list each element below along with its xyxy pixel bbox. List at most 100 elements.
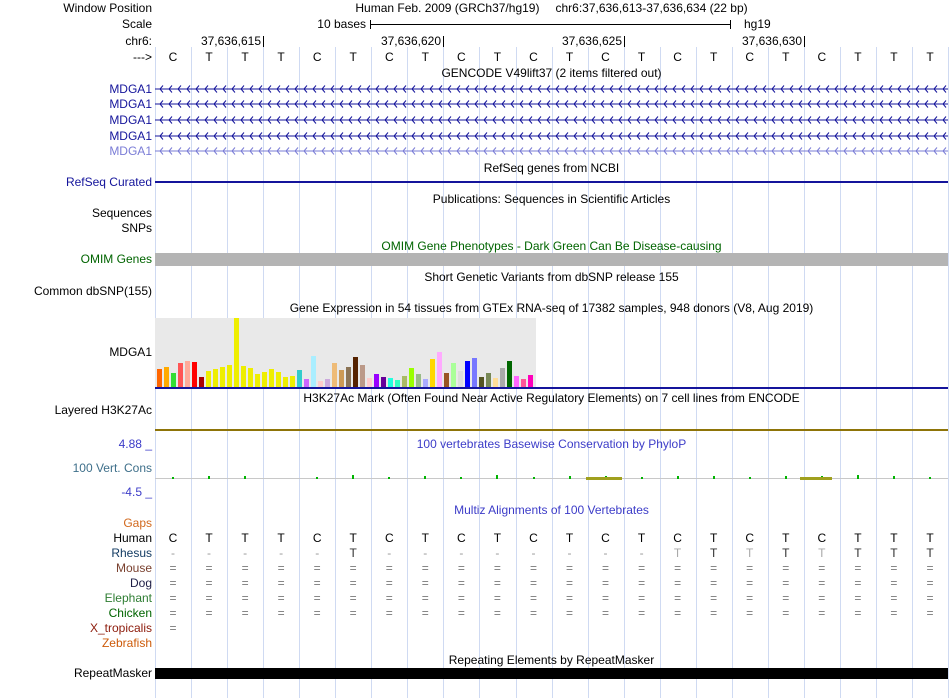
repeatmasker-bar[interactable]: [155, 668, 948, 679]
gtex-bar[interactable]: [332, 363, 337, 387]
species-label-chicken[interactable]: Chicken: [0, 607, 152, 620]
gtex-bar[interactable]: [325, 379, 330, 387]
gtex-bar[interactable]: [248, 368, 253, 387]
gtex-expression-plot[interactable]: [155, 318, 536, 387]
gtex-bar[interactable]: [472, 358, 477, 387]
gtex-bar[interactable]: [206, 371, 211, 387]
gtex-bar[interactable]: [311, 356, 316, 387]
gtex-bar[interactable]: [465, 361, 470, 387]
track-label-repeatmasker[interactable]: RepeatMasker: [0, 667, 152, 680]
gtex-bar[interactable]: [255, 374, 260, 387]
species-label-zebrafish[interactable]: Zebrafish: [0, 637, 152, 650]
gtex-bar[interactable]: [171, 373, 176, 387]
gtex-bar[interactable]: [227, 365, 232, 387]
base-cell: =: [313, 561, 321, 575]
gtex-bar[interactable]: [157, 369, 162, 387]
base-cell: =: [457, 561, 465, 575]
species-label-dog[interactable]: Dog: [0, 577, 152, 590]
transcript-line[interactable]: [155, 82, 948, 96]
gtex-bar[interactable]: [444, 373, 449, 387]
h3k27ac-signal-line[interactable]: [155, 429, 948, 431]
base-cell: T: [421, 531, 429, 545]
gene-label[interactable]: MDGA1: [0, 98, 152, 111]
gtex-bar[interactable]: [500, 368, 505, 387]
gtex-bar[interactable]: [192, 362, 197, 387]
gtex-bar[interactable]: [283, 377, 288, 387]
omim-genes-bar[interactable]: [155, 253, 948, 266]
base-cell: T: [818, 546, 826, 560]
gtex-bar[interactable]: [486, 373, 491, 387]
gtex-bar[interactable]: [367, 378, 372, 387]
gtex-bar[interactable]: [528, 375, 533, 387]
gtex-bar[interactable]: [213, 369, 218, 387]
gene-label[interactable]: MDGA1: [0, 129, 152, 143]
gtex-bar[interactable]: [507, 361, 512, 387]
gtex-bar[interactable]: [269, 369, 274, 387]
base-cell: =: [169, 621, 177, 635]
species-label-gaps[interactable]: Gaps: [0, 517, 152, 530]
base-cell: T: [782, 50, 790, 64]
gtex-bar[interactable]: [199, 377, 204, 387]
track-label-h3k27ac[interactable]: Layered H3K27Ac: [0, 404, 152, 417]
gtex-bar[interactable]: [493, 378, 498, 387]
track-label-gtex-gene[interactable]: MDGA1: [0, 346, 152, 359]
species-label-elephant[interactable]: Elephant: [0, 592, 152, 605]
base-cell: =: [601, 561, 609, 575]
gene-label[interactable]: MDGA1: [0, 82, 152, 96]
base-cell: =: [890, 576, 898, 590]
base-cell: T: [637, 531, 646, 545]
gtex-bar[interactable]: [353, 357, 358, 387]
gene-label[interactable]: MDGA1: [0, 145, 152, 158]
transcript-line[interactable]: [155, 144, 948, 158]
gtex-bar[interactable]: [262, 372, 267, 387]
gtex-bar[interactable]: [234, 318, 239, 387]
track-label-common-dbsnp[interactable]: Common dbSNP(155): [0, 285, 152, 298]
gtex-bar[interactable]: [437, 352, 442, 387]
transcript-line[interactable]: [155, 97, 948, 111]
base-cell: =: [565, 576, 573, 590]
track-label-omim-genes[interactable]: OMIM Genes: [0, 253, 152, 266]
gtex-bar[interactable]: [276, 372, 281, 387]
gtex-bar[interactable]: [409, 368, 414, 387]
gene-label[interactable]: MDGA1: [0, 113, 152, 127]
track-label-cons[interactable]: 100 Vert. Cons: [0, 462, 152, 475]
gtex-bar[interactable]: [304, 379, 309, 387]
track-label-refseq-curated[interactable]: RefSeq Curated: [0, 176, 152, 189]
conservation-tick: [856, 475, 859, 479]
gtex-bar[interactable]: [416, 374, 421, 387]
gtex-bar[interactable]: [374, 374, 379, 387]
species-label-mouse[interactable]: Mouse: [0, 562, 152, 575]
gtex-bar[interactable]: [220, 367, 225, 387]
base-cell: C: [384, 50, 394, 64]
species-label-x_tropicalis[interactable]: X_tropicalis: [0, 622, 152, 635]
transcript-line[interactable]: [155, 129, 948, 143]
track-label-sequences[interactable]: Sequences: [0, 207, 152, 220]
gtex-bar[interactable]: [185, 361, 190, 387]
gtex-bar[interactable]: [178, 363, 183, 387]
gtex-bar[interactable]: [381, 377, 386, 387]
gtex-bar[interactable]: [430, 359, 435, 387]
gtex-bar[interactable]: [451, 363, 456, 387]
gtex-bar[interactable]: [402, 376, 407, 387]
gtex-bar[interactable]: [241, 366, 246, 387]
refseq-gene-bar[interactable]: [155, 181, 948, 183]
conservation-tick: [712, 476, 715, 479]
gtex-bar[interactable]: [395, 380, 400, 387]
gtex-bar[interactable]: [479, 377, 484, 387]
gtex-bar[interactable]: [423, 379, 428, 387]
gtex-bar[interactable]: [164, 367, 169, 387]
gtex-bar[interactable]: [360, 365, 365, 387]
gtex-bar[interactable]: [297, 370, 302, 387]
gtex-bar[interactable]: [521, 379, 526, 387]
gtex-bar[interactable]: [290, 376, 295, 387]
gtex-bar[interactable]: [514, 376, 519, 387]
gtex-bar[interactable]: [388, 378, 393, 387]
track-label-snps[interactable]: SNPs: [0, 222, 152, 235]
gtex-bar[interactable]: [346, 367, 351, 387]
gtex-bar[interactable]: [458, 371, 463, 387]
species-label-human[interactable]: Human: [0, 532, 152, 545]
transcript-line[interactable]: [155, 113, 948, 127]
coordinate-tick: [804, 36, 805, 47]
species-label-rhesus[interactable]: Rhesus: [0, 547, 152, 560]
gtex-bar[interactable]: [339, 370, 344, 387]
